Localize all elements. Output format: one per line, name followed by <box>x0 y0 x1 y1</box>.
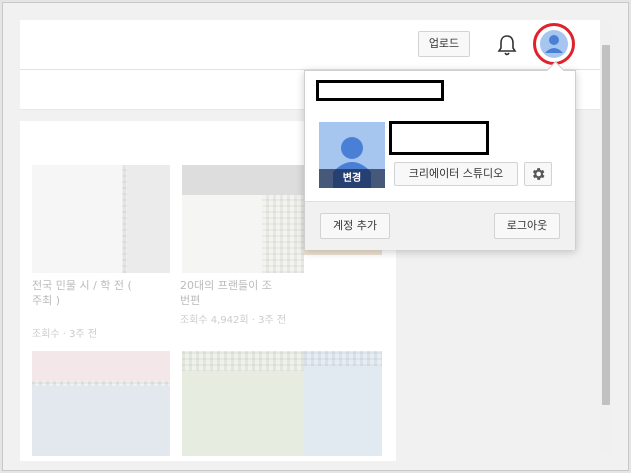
redacted-account-name <box>316 80 444 101</box>
gear-icon <box>532 168 545 180</box>
creator-studio-button[interactable]: 크리에이터 스튜디오 <box>394 162 518 186</box>
video-title[interactable]: 20대의 프랜들이 조 <box>180 279 272 293</box>
settings-button[interactable] <box>524 162 552 186</box>
video-title[interactable]: 번편 <box>180 294 200 308</box>
account-popup: 변경 크리에이터 스튜디오 계정 추가 로그아웃 <box>304 61 576 250</box>
upload-button[interactable]: 업로드 <box>418 31 470 57</box>
redacted-channel-name <box>389 121 489 155</box>
bell-icon[interactable] <box>496 33 518 57</box>
video-thumbnail[interactable] <box>32 351 170 456</box>
video-title[interactable]: 주최 ) <box>32 294 60 308</box>
change-photo-label[interactable]: 변경 <box>319 169 385 188</box>
video-meta: 조회수 4,942회 · 3주 전 <box>180 315 287 326</box>
logout-button[interactable]: 로그아웃 <box>494 213 560 239</box>
video-meta: 조회수 · 3주 전 <box>32 329 98 340</box>
add-account-button[interactable]: 계정 추가 <box>320 213 390 239</box>
user-avatar-icon[interactable] <box>532 22 576 66</box>
video-thumbnail[interactable] <box>304 351 382 456</box>
video-thumbnail[interactable] <box>182 165 304 273</box>
scrollbar-thumb[interactable] <box>602 45 610 405</box>
video-thumbnail[interactable] <box>32 165 170 273</box>
video-title[interactable]: 전국 민물 시 / 학 전 ( <box>32 279 132 293</box>
profile-picture[interactable]: 변경 <box>319 122 385 188</box>
video-thumbnail[interactable] <box>182 351 304 456</box>
vertical-scrollbar[interactable] <box>601 20 611 453</box>
popup-footer: 계정 추가 로그아웃 <box>305 201 575 250</box>
